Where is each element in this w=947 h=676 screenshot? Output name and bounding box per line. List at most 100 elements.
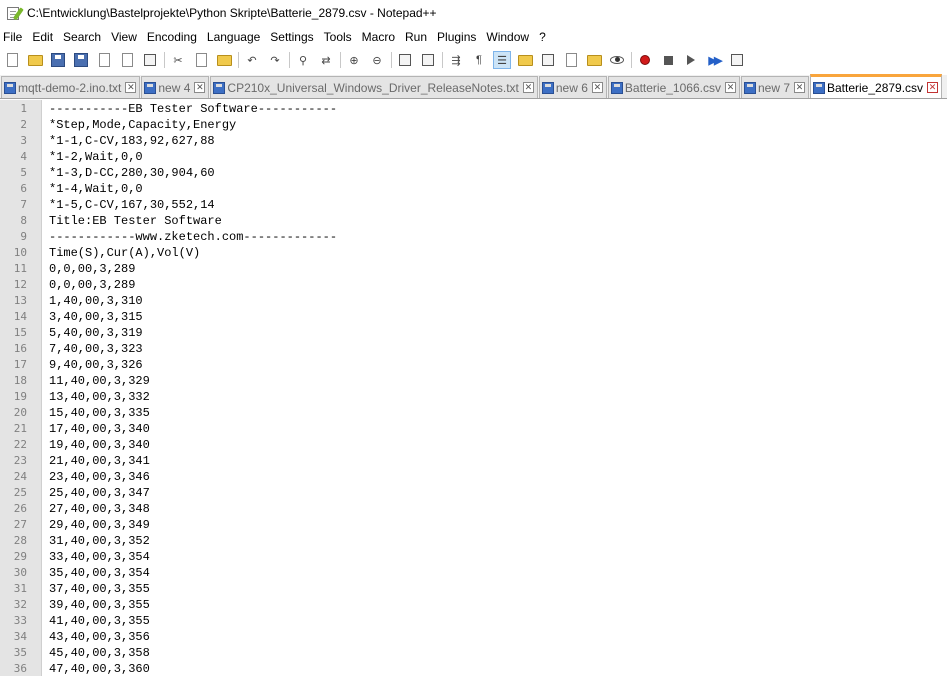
code-line[interactable]: 27,40,00,3,348 xyxy=(49,501,947,517)
code-line[interactable]: ------------www.zketech.com------------- xyxy=(49,229,947,245)
macro-play-icon[interactable] xyxy=(682,51,700,69)
tab-cp210x-release-notes[interactable]: CP210x_Universal_Windows_Driver_ReleaseN… xyxy=(210,76,538,98)
macro-save-icon[interactable] xyxy=(728,51,746,69)
undo-icon[interactable]: ↶ xyxy=(243,51,261,69)
monitoring-eye-icon[interactable] xyxy=(608,51,626,69)
code-line[interactable]: *Step,Mode,Capacity,Energy xyxy=(49,117,947,133)
code-line[interactable]: 11,40,00,3,329 xyxy=(49,373,947,389)
tab-new-6[interactable]: new 6 ✕ xyxy=(538,76,607,98)
close-tab-icon[interactable]: ✕ xyxy=(794,82,805,93)
code-line[interactable]: 43,40,00,3,356 xyxy=(49,629,947,645)
folder-as-workspace-icon[interactable] xyxy=(585,51,603,69)
word-wrap-icon[interactable]: ⇶ xyxy=(447,51,465,69)
code-line[interactable]: 19,40,00,3,340 xyxy=(49,437,947,453)
code-line[interactable]: 9,40,00,3,326 xyxy=(49,357,947,373)
redo-icon[interactable]: ↷ xyxy=(266,51,284,69)
menu-run[interactable]: Run xyxy=(405,30,433,44)
document-map-icon[interactable] xyxy=(539,51,557,69)
notepad-plus-plus-icon xyxy=(6,5,24,21)
menu-macro[interactable]: Macro xyxy=(362,30,401,44)
replace-icon[interactable]: ⇄ xyxy=(317,51,335,69)
menu-language[interactable]: Language xyxy=(207,30,266,44)
close-tab-icon[interactable]: ✕ xyxy=(125,82,137,93)
close-tab-icon[interactable]: ✕ xyxy=(194,82,206,93)
code-line[interactable]: 33,40,00,3,354 xyxy=(49,549,947,565)
show-all-characters-icon[interactable]: ¶ xyxy=(470,51,488,69)
code-line[interactable]: *1-3,D-CC,280,30,904,60 xyxy=(49,165,947,181)
line-number: 7 xyxy=(20,198,27,211)
close-tab-icon[interactable]: ✕ xyxy=(591,82,603,93)
zoom-in-icon[interactable]: ⊕ xyxy=(345,51,363,69)
menu-view[interactable]: View xyxy=(111,30,143,44)
code-line[interactable]: 41,40,00,3,355 xyxy=(49,613,947,629)
tab-batterie-1066[interactable]: Batterie_1066.csv ✕ xyxy=(607,76,740,98)
close-file-icon[interactable] xyxy=(95,51,113,69)
close-all-icon[interactable] xyxy=(118,51,136,69)
menu-encoding[interactable]: Encoding xyxy=(147,30,203,44)
code-line[interactable]: 47,40,00,3,360 xyxy=(49,661,947,676)
tab-new-4[interactable]: new 4 ✕ xyxy=(141,76,210,98)
macro-run-multiple-icon[interactable]: ▶▶ xyxy=(705,51,723,69)
user-defined-language-icon[interactable] xyxy=(516,51,534,69)
code-line[interactable]: 1,40,00,3,310 xyxy=(49,293,947,309)
code-line[interactable]: Time(S),Cur(A),Vol(V) xyxy=(49,245,947,261)
code-line[interactable]: 17,40,00,3,340 xyxy=(49,421,947,437)
close-tab-icon[interactable]: ✕ xyxy=(522,82,534,93)
print-icon[interactable] xyxy=(141,51,159,69)
menu-settings[interactable]: Settings xyxy=(270,30,319,44)
menu-plugins[interactable]: Plugins xyxy=(437,30,482,44)
tab-new-7[interactable]: new 7 ✕ xyxy=(740,76,809,98)
code-line[interactable]: 15,40,00,3,335 xyxy=(49,405,947,421)
indent-guide-icon[interactable]: ☰ xyxy=(493,51,511,69)
code-line[interactable]: 21,40,00,3,341 xyxy=(49,453,947,469)
save-icon[interactable] xyxy=(49,51,67,69)
code-line[interactable]: 35,40,00,3,354 xyxy=(49,565,947,581)
function-list-icon[interactable] xyxy=(562,51,580,69)
zoom-out-icon[interactable]: ⊖ xyxy=(368,51,386,69)
save-all-icon[interactable] xyxy=(72,51,90,69)
code-line[interactable]: -----------EB Tester Software----------- xyxy=(49,101,947,117)
code-line[interactable]: 37,40,00,3,355 xyxy=(49,581,947,597)
menu-window[interactable]: Window xyxy=(486,30,535,44)
sync-vertical-icon[interactable] xyxy=(396,51,414,69)
find-icon[interactable]: ⚲ xyxy=(294,51,312,69)
text-content[interactable]: -----------EB Tester Software-----------… xyxy=(48,100,947,676)
code-line[interactable]: 5,40,00,3,319 xyxy=(49,325,947,341)
copy-icon[interactable] xyxy=(192,51,210,69)
close-tab-icon[interactable]: ✕ xyxy=(927,82,939,93)
code-line[interactable]: 29,40,00,3,349 xyxy=(49,517,947,533)
macro-stop-icon[interactable] xyxy=(659,51,677,69)
tab-batterie-2879[interactable]: Batterie_2879.csv ✕ xyxy=(810,74,943,98)
menu-tools[interactable]: Tools xyxy=(324,30,358,44)
code-line[interactable]: 31,40,00,3,352 xyxy=(49,533,947,549)
code-line[interactable]: 3,40,00,3,315 xyxy=(49,309,947,325)
code-line[interactable]: *1-2,Wait,0,0 xyxy=(49,149,947,165)
menu-file[interactable]: File xyxy=(3,30,28,44)
code-line[interactable]: 23,40,00,3,346 xyxy=(49,469,947,485)
code-line[interactable]: Title:EB Tester Software xyxy=(49,213,947,229)
code-line[interactable]: 7,40,00,3,323 xyxy=(49,341,947,357)
sync-horizontal-icon[interactable] xyxy=(419,51,437,69)
code-line[interactable]: *1-4,Wait,0,0 xyxy=(49,181,947,197)
code-line[interactable]: 13,40,00,3,332 xyxy=(49,389,947,405)
editor-area[interactable]: 1 2 3 4 5 6 7 8 9 10 11 12 13 14 15 16 17 18 19 20 21 22 23 24 2… xyxy=(0,100,947,676)
code-line[interactable]: 0,0,00,3,289 xyxy=(49,277,947,293)
code-line[interactable]: 0,0,00,3,289 xyxy=(49,261,947,277)
new-file-icon[interactable] xyxy=(3,51,21,69)
paste-icon[interactable] xyxy=(215,51,233,69)
code-line[interactable]: 45,40,00,3,358 xyxy=(49,645,947,661)
open-file-icon[interactable] xyxy=(26,51,44,69)
close-tab-icon[interactable]: ✕ xyxy=(724,82,736,93)
menu-edit[interactable]: Edit xyxy=(32,30,59,44)
code-line[interactable]: 25,40,00,3,347 xyxy=(49,485,947,501)
code-line[interactable]: *1-1,C-CV,183,92,627,88 xyxy=(49,133,947,149)
tab-mqtt-demo-2[interactable]: mqtt-demo-2.ino.txt ✕ xyxy=(1,76,141,98)
code-line[interactable]: 39,40,00,3,355 xyxy=(49,597,947,613)
code-line[interactable]: *1-5,C-CV,167,30,552,14 xyxy=(49,197,947,213)
menu-search[interactable]: Search xyxy=(63,30,107,44)
line-number: 20 xyxy=(13,406,27,419)
saved-disk-icon xyxy=(743,81,756,94)
cut-icon[interactable]: ✂ xyxy=(169,51,187,69)
macro-record-icon[interactable] xyxy=(636,51,654,69)
menu-help[interactable]: ? xyxy=(539,30,552,44)
